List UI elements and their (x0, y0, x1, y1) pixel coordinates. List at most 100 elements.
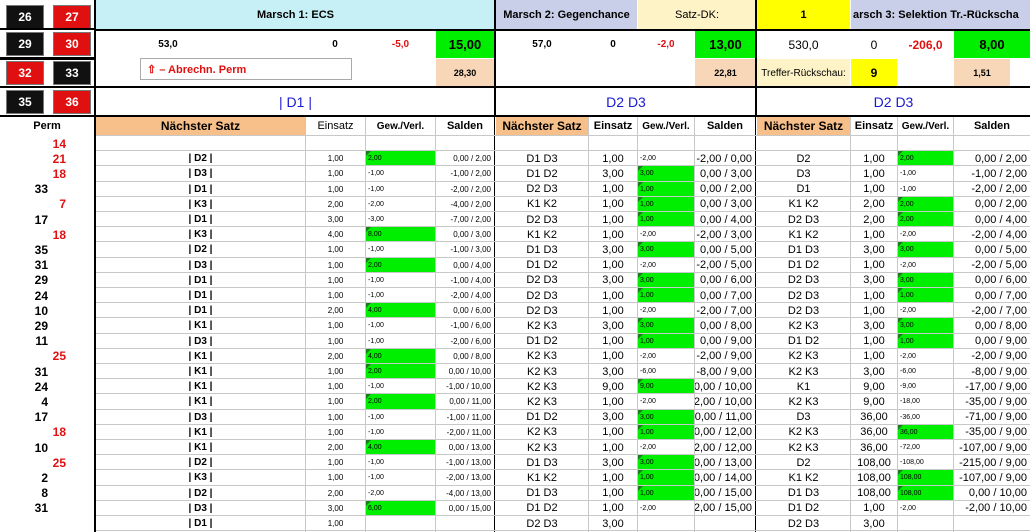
perm-cell[interactable]: 18 (0, 425, 94, 440)
cell-g3[interactable] (898, 136, 953, 151)
cell-sa3[interactable]: -107,00 / 9,00 (954, 440, 1030, 455)
cell-s2[interactable]: K2 K3 (496, 379, 588, 394)
cell-sa2[interactable]: -2,00 / 10,00 (695, 394, 755, 409)
perm-cell[interactable]: 7 (0, 197, 94, 212)
cell-g2[interactable]: -2,00 (638, 349, 694, 364)
cell-e3[interactable]: 36,00 (851, 410, 897, 425)
cell-g3[interactable]: 3,00 (898, 272, 953, 288)
cell-sa3[interactable]: -71,00 / 9,00 (954, 410, 1030, 425)
cell-g2[interactable]: -2,00 (638, 394, 694, 409)
cell-e2[interactable]: 1,00 (589, 288, 637, 303)
cell-sa2[interactable]: 0,00 / 14,00 (695, 470, 755, 485)
cell-e3[interactable]: 3,00 (851, 364, 897, 379)
satz-dk-value[interactable]: 1 (757, 0, 850, 30)
cell-g3[interactable]: -9,00 (898, 379, 953, 394)
cell-g2[interactable]: -2,00 (638, 303, 694, 318)
cell-sa2[interactable]: 0,00 / 15,00 (695, 486, 755, 501)
cell-e1[interactable]: 1,00 (306, 425, 365, 440)
cell-s2[interactable]: K2 K3 (496, 349, 588, 364)
cell-g3[interactable]: -2,00 (898, 227, 953, 242)
cell-sa2[interactable]: -2,00 / 3,00 (695, 227, 755, 242)
cell-s2[interactable]: D2 D3 (496, 288, 588, 303)
perm-cell[interactable]: 25 (0, 349, 94, 364)
cell-g2[interactable] (638, 136, 694, 151)
cell-sa2[interactable]: -2,00 / 12,00 (695, 440, 755, 455)
cell-sa1[interactable]: -1,00 / 2,00 (436, 166, 494, 181)
cell-g1[interactable]: -1,00 (366, 182, 435, 197)
cell-e2[interactable]: 3,00 (589, 516, 637, 531)
perm-cell[interactable]: 17 (0, 410, 94, 425)
cell-s1[interactable]: | D3 | (96, 258, 305, 273)
cell-g2[interactable]: 3,00 (638, 455, 694, 471)
cell-sa3[interactable]: 0,00 / 10,00 (954, 486, 1030, 501)
cell-sa3[interactable]: -35,00 / 9,00 (954, 425, 1030, 440)
cell-s1[interactable] (96, 136, 305, 151)
number-tile[interactable]: 36 (53, 90, 91, 114)
cell-e2[interactable] (589, 136, 637, 151)
cell-sa3[interactable]: -8,00 / 9,00 (954, 364, 1030, 379)
perm-cell[interactable]: 29 (0, 318, 94, 333)
cell-e3[interactable]: 1,00 (851, 334, 897, 349)
cell-sa1[interactable]: 0,00 / 10,00 (436, 364, 494, 379)
cell-sa1[interactable]: -4,00 / 13,00 (436, 486, 494, 501)
cell-s1[interactable]: | K1 | (96, 394, 305, 409)
cell-g1[interactable]: -1,00 (366, 410, 435, 425)
cell-sa2[interactable]: 0,00 / 8,00 (695, 318, 755, 333)
cell-s1[interactable]: | D2 | (96, 151, 305, 166)
cell-s1[interactable]: | D3 | (96, 410, 305, 425)
cell-g3[interactable]: 3,00 (898, 242, 953, 258)
cell-g1[interactable]: 2,00 (366, 364, 435, 379)
cell-e3[interactable]: 3,00 (851, 516, 897, 531)
cell-s3[interactable]: D2 D3 (757, 273, 850, 288)
cell-sa1[interactable]: -7,00 / 2,00 (436, 212, 494, 227)
cell-s2[interactable]: K1 K2 (496, 470, 588, 485)
cell-sa1[interactable] (436, 516, 494, 531)
cell-g1[interactable]: -2,00 (366, 197, 435, 212)
cell-e2[interactable]: 1,00 (589, 227, 637, 242)
perm-cell[interactable]: 29 (0, 273, 94, 288)
cell-s1[interactable]: | D3 | (96, 334, 305, 349)
cell-g2[interactable]: -2,00 (638, 151, 694, 166)
cell-sa1[interactable]: -2,00 / 6,00 (436, 334, 494, 349)
cell-s2[interactable]: D2 D3 (496, 303, 588, 318)
cell-s1[interactable]: | D1 | (96, 516, 305, 531)
cell-g2[interactable]: 1,00 (638, 424, 694, 440)
cell-e2[interactable]: 1,00 (589, 182, 637, 197)
cell-e2[interactable]: 1,00 (589, 394, 637, 409)
cell-s2[interactable]: D2 D3 (496, 212, 588, 227)
cell-sa2[interactable]: 0,00 / 3,00 (695, 166, 755, 181)
cell-sa1[interactable]: 0,00 / 13,00 (436, 440, 494, 455)
cell-s3[interactable]: D2 D3 (757, 516, 850, 531)
cell-s2[interactable]: K1 K2 (496, 197, 588, 212)
cell-sa3[interactable]: -2,00 / 5,00 (954, 258, 1030, 273)
cell-g3[interactable]: -72,00 (898, 440, 953, 455)
cell-e2[interactable]: 3,00 (589, 166, 637, 181)
cell-s2[interactable]: D1 D3 (496, 242, 588, 257)
cell-sa3[interactable] (954, 516, 1030, 531)
cell-e3[interactable]: 3,00 (851, 242, 897, 257)
perm-cell[interactable]: 31 (0, 258, 94, 273)
cell-s3[interactable]: D1 (757, 182, 850, 197)
cell-s2[interactable]: D1 D2 (496, 258, 588, 273)
number-tile[interactable]: 33 (53, 61, 91, 85)
perm-cell[interactable]: 35 (0, 242, 94, 257)
cell-g2[interactable]: 3,00 (638, 318, 694, 334)
cell-s2[interactable]: D2 D3 (496, 273, 588, 288)
cell-s2[interactable]: K2 K3 (496, 364, 588, 379)
cell-e1[interactable]: 1,00 (306, 470, 365, 485)
cell-sa2[interactable]: 0,00 / 4,00 (695, 212, 755, 227)
cell-sa2[interactable]: -2,00 / 7,00 (695, 303, 755, 318)
cell-e2[interactable]: 3,00 (589, 242, 637, 257)
cell-e1[interactable]: 1,00 (306, 516, 365, 531)
cell-g2[interactable]: -2,00 (638, 227, 694, 242)
cell-g1[interactable]: -1,00 (366, 379, 435, 394)
cell-g1[interactable]: 2,00 (366, 394, 435, 410)
cell-e2[interactable]: 1,00 (589, 470, 637, 485)
cell-s2[interactable]: K2 K3 (496, 440, 588, 455)
cell-e3[interactable]: 2,00 (851, 197, 897, 212)
cell-sa3[interactable]: -17,00 / 9,00 (954, 379, 1030, 394)
cell-g2[interactable]: 3,00 (638, 409, 694, 425)
cell-g2[interactable]: -2,00 (638, 501, 694, 516)
cell-s3[interactable]: D2 D3 (757, 288, 850, 303)
perm-cell[interactable]: 31 (0, 501, 94, 516)
